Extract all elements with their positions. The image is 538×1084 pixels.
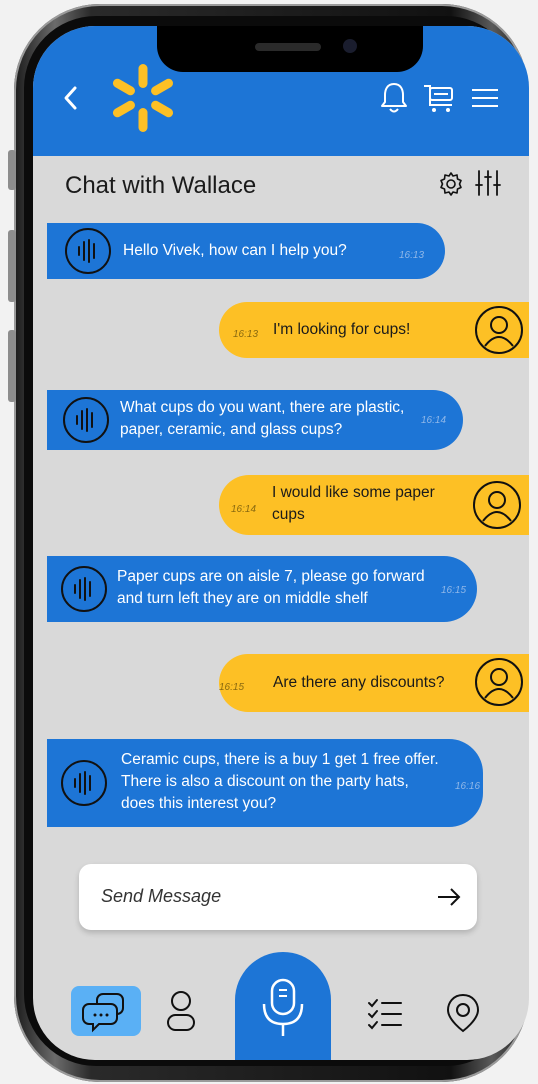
message-text: I'm looking for cups! xyxy=(273,321,411,338)
message-text: Paper cups are on aisle 7, please go for… xyxy=(117,568,425,607)
volume-up-button xyxy=(8,230,16,302)
message-input[interactable]: Send Message xyxy=(101,886,221,907)
volume-down-button xyxy=(8,330,16,402)
message-composer[interactable]: Send Message xyxy=(79,864,477,930)
message-text: Ceramic cups, there is a buy 1 get 1 fre… xyxy=(121,751,439,812)
message-time: 16:14 xyxy=(421,415,447,426)
gear-icon xyxy=(440,172,462,196)
voice-wave-icon xyxy=(78,239,95,263)
location-pin-icon xyxy=(446,993,480,1033)
bot-message: What cups do you want, there are plastic… xyxy=(47,390,463,450)
message-text: What cups do you want, there are plastic… xyxy=(120,399,405,438)
voice-wave-icon xyxy=(74,577,91,601)
user-icon xyxy=(482,491,512,522)
message-time: 16:15 xyxy=(441,585,467,596)
bot-avatar xyxy=(65,228,111,274)
chat-bubbles-icon xyxy=(82,993,124,1033)
notch xyxy=(157,26,423,72)
bot-avatar xyxy=(61,566,107,612)
user-message: 16:15 Are there any discounts? xyxy=(219,654,529,712)
back-button[interactable] xyxy=(59,82,83,114)
message-time: 16:15 xyxy=(219,682,245,693)
settings-button[interactable] xyxy=(437,170,465,198)
sliders-icon xyxy=(475,170,501,196)
user-icon xyxy=(484,316,514,347)
microphone-icon xyxy=(262,978,304,1036)
user-avatar xyxy=(475,658,523,706)
mute-switch xyxy=(8,150,16,190)
bot-message: Hello Vivek, how can I help you? 16:13 xyxy=(47,223,445,279)
message-time: 16:13 xyxy=(399,250,425,261)
user-avatar xyxy=(473,481,521,529)
menu-icon xyxy=(472,89,498,107)
cart-button[interactable] xyxy=(421,80,457,116)
message-text: Hello Vivek, how can I help you? xyxy=(123,242,347,259)
nav-tab-list[interactable] xyxy=(365,994,405,1034)
person-icon xyxy=(167,991,195,1031)
user-message: 16:14 I would like some paper cups xyxy=(219,475,529,535)
bot-avatar xyxy=(63,397,109,443)
message-time: 16:16 xyxy=(455,781,481,792)
filter-button[interactable] xyxy=(473,168,503,198)
arrow-right-icon xyxy=(438,888,461,906)
bell-icon xyxy=(381,83,407,113)
bot-avatar xyxy=(61,760,107,806)
nav-tab-profile[interactable] xyxy=(161,988,201,1034)
speaker xyxy=(255,43,321,51)
message-time: 16:13 xyxy=(233,329,259,340)
app-screen: Chat with Wallace Hello Vivek, how can I… xyxy=(33,26,529,1060)
spark-logo-icon xyxy=(112,64,174,132)
message-time: 16:14 xyxy=(231,504,257,515)
send-button[interactable] xyxy=(435,884,463,910)
nav-tab-chat[interactable] xyxy=(71,986,141,1036)
user-message: 16:13 I'm looking for cups! xyxy=(219,302,529,358)
bot-message: Ceramic cups, there is a buy 1 get 1 fre… xyxy=(47,739,483,827)
message-text: Are there any discounts? xyxy=(273,674,445,691)
walmart-spark-logo[interactable] xyxy=(107,58,179,138)
back-chevron-icon xyxy=(64,86,77,110)
front-camera xyxy=(343,39,357,53)
message-text: I would like some paper cups xyxy=(272,484,435,523)
user-avatar xyxy=(475,306,523,354)
checklist-icon xyxy=(368,999,402,1030)
chat-title: Chat with Wallace xyxy=(65,172,257,199)
voice-wave-icon xyxy=(76,408,93,432)
cart-icon xyxy=(424,85,453,112)
notifications-button[interactable] xyxy=(377,80,411,116)
bot-message: Paper cups are on aisle 7, please go for… xyxy=(47,556,477,622)
menu-button[interactable] xyxy=(469,84,501,112)
voice-wave-icon xyxy=(74,771,91,795)
user-icon xyxy=(484,668,514,699)
voice-button[interactable] xyxy=(235,952,331,1060)
nav-tab-location[interactable] xyxy=(443,990,483,1036)
